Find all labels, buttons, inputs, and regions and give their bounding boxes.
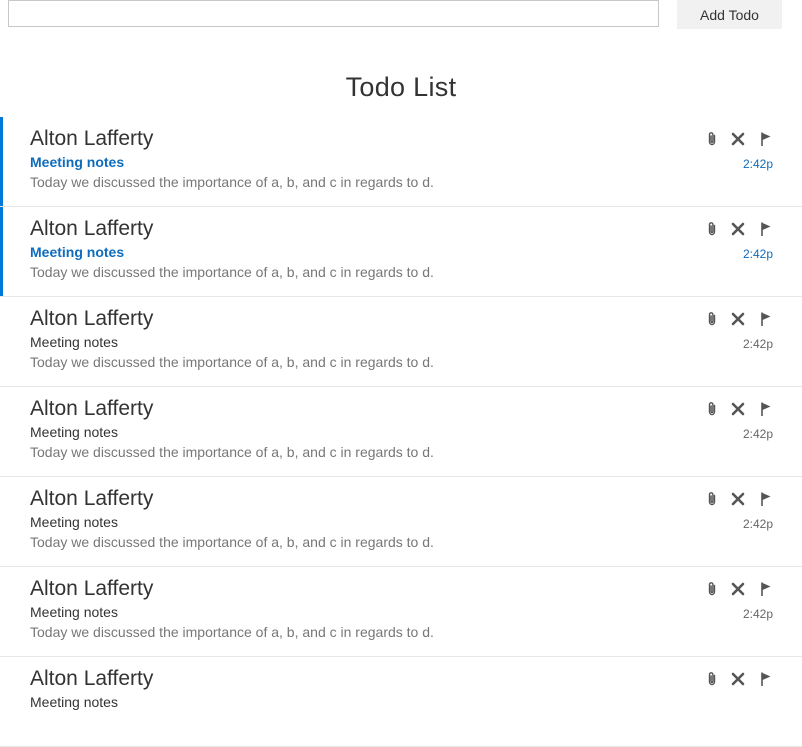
item-preview: Today we discussed the importance of a, … bbox=[30, 444, 434, 460]
close-icon[interactable] bbox=[728, 129, 748, 149]
item-subject: Meeting notes bbox=[30, 694, 118, 710]
list-item[interactable]: Alton Lafferty Meeting notes Today we di… bbox=[0, 207, 802, 297]
item-subject: Meeting notes bbox=[30, 334, 118, 350]
item-preview: Today we discussed the importance of a, … bbox=[30, 354, 434, 370]
item-subject: Meeting notes bbox=[30, 154, 125, 170]
item-time: 2:42p bbox=[742, 157, 773, 171]
item-actions bbox=[700, 399, 780, 419]
item-subject: Meeting notes bbox=[30, 514, 118, 530]
flag-icon[interactable] bbox=[756, 579, 776, 599]
item-sender: Alton Lafferty bbox=[30, 307, 154, 330]
item-actions bbox=[700, 309, 780, 329]
item-actions bbox=[700, 489, 780, 509]
close-icon[interactable] bbox=[728, 579, 748, 599]
item-time: 2:42p bbox=[742, 247, 773, 261]
item-subject: Meeting notes bbox=[30, 244, 125, 260]
page-title: Todo List bbox=[345, 72, 457, 102]
close-icon[interactable] bbox=[728, 399, 748, 419]
list-item[interactable]: Alton Lafferty Meeting notes bbox=[0, 657, 802, 747]
paperclip-icon[interactable] bbox=[702, 399, 722, 419]
list-item[interactable]: Alton Lafferty Meeting notes Today we di… bbox=[0, 387, 802, 477]
flag-icon[interactable] bbox=[756, 129, 776, 149]
item-actions bbox=[700, 219, 780, 239]
item-preview: Today we discussed the importance of a, … bbox=[30, 174, 434, 190]
paperclip-icon[interactable] bbox=[702, 219, 722, 239]
todo-list: Alton Lafferty Meeting notes Today we di… bbox=[0, 117, 802, 747]
flag-icon[interactable] bbox=[756, 399, 776, 419]
item-sender: Alton Lafferty bbox=[30, 397, 154, 420]
item-sender: Alton Lafferty bbox=[30, 667, 154, 690]
item-sender: Alton Lafferty bbox=[30, 487, 154, 510]
item-time: 2:42p bbox=[742, 337, 773, 351]
item-subject: Meeting notes bbox=[30, 604, 118, 620]
close-icon[interactable] bbox=[728, 669, 748, 689]
item-preview: Today we discussed the importance of a, … bbox=[30, 624, 434, 640]
add-todo-bar: Add Todo bbox=[0, 0, 802, 40]
item-sender: Alton Lafferty bbox=[30, 127, 154, 150]
item-sender: Alton Lafferty bbox=[30, 217, 154, 240]
item-time: 2:42p bbox=[742, 517, 773, 531]
flag-icon[interactable] bbox=[756, 309, 776, 329]
paperclip-icon[interactable] bbox=[702, 309, 722, 329]
list-item[interactable]: Alton Lafferty Meeting notes Today we di… bbox=[0, 297, 802, 387]
paperclip-icon[interactable] bbox=[702, 489, 722, 509]
paperclip-icon[interactable] bbox=[702, 129, 722, 149]
item-actions bbox=[700, 579, 780, 599]
paperclip-icon[interactable] bbox=[702, 669, 722, 689]
item-subject: Meeting notes bbox=[30, 424, 118, 440]
close-icon[interactable] bbox=[728, 219, 748, 239]
add-todo-button[interactable]: Add Todo bbox=[677, 0, 782, 29]
flag-icon[interactable] bbox=[756, 669, 776, 689]
list-item[interactable]: Alton Lafferty Meeting notes Today we di… bbox=[0, 477, 802, 567]
flag-icon[interactable] bbox=[756, 489, 776, 509]
item-actions bbox=[700, 669, 780, 689]
todo-input[interactable] bbox=[8, 0, 659, 27]
paperclip-icon[interactable] bbox=[702, 579, 722, 599]
item-time: 2:42p bbox=[742, 427, 773, 441]
flag-icon[interactable] bbox=[756, 219, 776, 239]
list-item[interactable]: Alton Lafferty Meeting notes Today we di… bbox=[0, 567, 802, 657]
item-preview: Today we discussed the importance of a, … bbox=[30, 264, 434, 280]
item-actions bbox=[700, 129, 780, 149]
item-time: 2:42p bbox=[742, 607, 773, 621]
close-icon[interactable] bbox=[728, 489, 748, 509]
item-preview: Today we discussed the importance of a, … bbox=[30, 534, 434, 550]
close-icon[interactable] bbox=[728, 309, 748, 329]
list-item[interactable]: Alton Lafferty Meeting notes Today we di… bbox=[0, 117, 802, 207]
item-sender: Alton Lafferty bbox=[30, 577, 154, 600]
